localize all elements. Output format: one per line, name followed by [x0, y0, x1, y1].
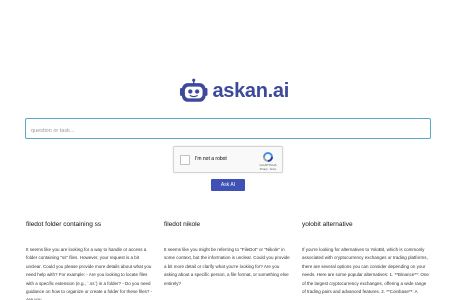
- result-card-body: It seems like you might be referring to …: [164, 247, 290, 286]
- question-input-box[interactable]: [25, 118, 431, 145]
- recaptcha-widget: I'm not a robot reCAPTCHA Privacy - Term…: [173, 146, 283, 173]
- result-card: filedot nikole It seems like you might b…: [164, 221, 292, 300]
- result-card-title[interactable]: filedot nikole: [164, 221, 292, 228]
- recaptcha-label: I'm not a robot: [195, 156, 227, 162]
- recaptcha-checkbox[interactable]: [180, 155, 190, 165]
- recaptcha-brand: reCAPTCHA: [259, 163, 277, 167]
- brand-name: askan.ai: [212, 79, 289, 102]
- result-card: filedot folder containing ss It seems li…: [26, 221, 154, 300]
- result-card-title[interactable]: filedot folder containing ss: [26, 221, 154, 228]
- result-card-body: If you're looking for alternatives to Yo…: [302, 247, 429, 295]
- result-card-title[interactable]: yolobit alternative: [302, 221, 430, 228]
- question-input[interactable]: [26, 126, 430, 145]
- result-card-body: It seems like you are looking for a way …: [26, 247, 153, 300]
- result-card: yolobit alternative If you're looking fo…: [302, 221, 430, 300]
- ask-ai-button[interactable]: Ask AI: [211, 179, 245, 191]
- recaptcha-icon: [263, 152, 273, 162]
- robot-logo-icon: [179, 78, 208, 102]
- recaptcha-terms[interactable]: Privacy - Terms: [254, 168, 282, 171]
- askan-logo[interactable]: askan.ai: [179, 77, 289, 105]
